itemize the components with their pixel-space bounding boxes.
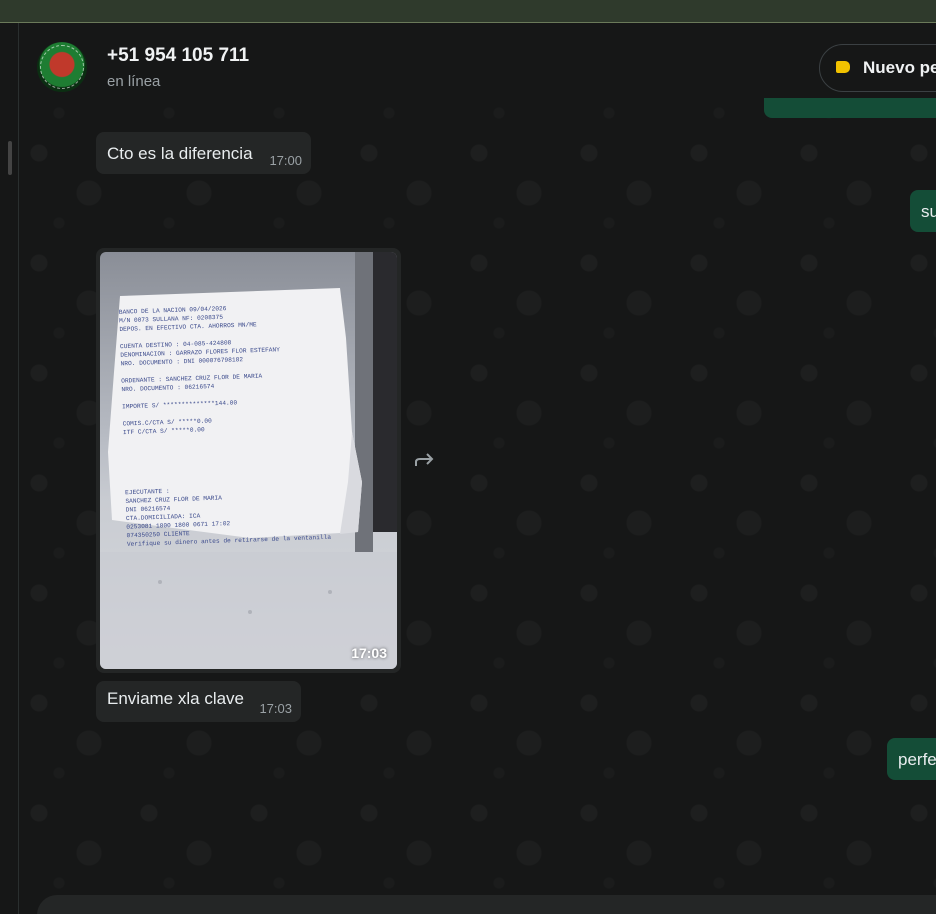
receipt-photo-drawing: BANCO DE LA NACION 09/04/2026M/N 0073 SU…	[100, 252, 397, 669]
image-time: 17:03	[351, 645, 387, 661]
incoming-image-message[interactable]: BANCO DE LA NACION 09/04/2026 M/N 0073 SU…	[96, 248, 401, 673]
incoming-message[interactable]: Enviame xla clave 17:03	[96, 681, 301, 722]
scrollbar-thumb[interactable]	[8, 141, 12, 175]
contact-avatar[interactable]	[37, 42, 87, 92]
contact-name[interactable]: +51 954 105 711	[107, 45, 249, 67]
message-composer[interactable]	[37, 895, 936, 914]
contact-status: en línea	[107, 73, 161, 90]
message-text: perfe	[898, 750, 936, 769]
browser-top-bar	[0, 0, 936, 23]
new-order-label: Nuevo pe	[863, 58, 936, 77]
message-time: 17:03	[259, 701, 292, 716]
message-text: Cto es la diferencia	[107, 144, 253, 163]
forward-icon[interactable]	[413, 451, 437, 471]
new-order-button[interactable]: Nuevo pe	[819, 44, 936, 92]
outgoing-message[interactable]: su	[910, 190, 936, 232]
chat-header[interactable]: +51 954 105 711 en línea Nuevo pe	[19, 23, 936, 107]
left-gutter	[0, 23, 19, 914]
incoming-message[interactable]: Cto es la diferencia 17:00	[96, 132, 311, 174]
tag-icon	[836, 61, 850, 73]
receipt-line: 074350250 CLIENTE	[126, 530, 190, 539]
outgoing-message-partial[interactable]	[764, 98, 936, 118]
chat-panel: +51 954 105 711 en línea Nuevo pe Cto es…	[19, 23, 936, 914]
receipt-photo[interactable]: BANCO DE LA NACION 09/04/2026 M/N 0073 SU…	[100, 252, 397, 669]
message-text: su	[921, 202, 936, 221]
outgoing-message[interactable]: perfe	[887, 738, 936, 780]
message-time: 17:00	[269, 153, 302, 168]
message-text: Enviame xla clave	[107, 689, 245, 708]
